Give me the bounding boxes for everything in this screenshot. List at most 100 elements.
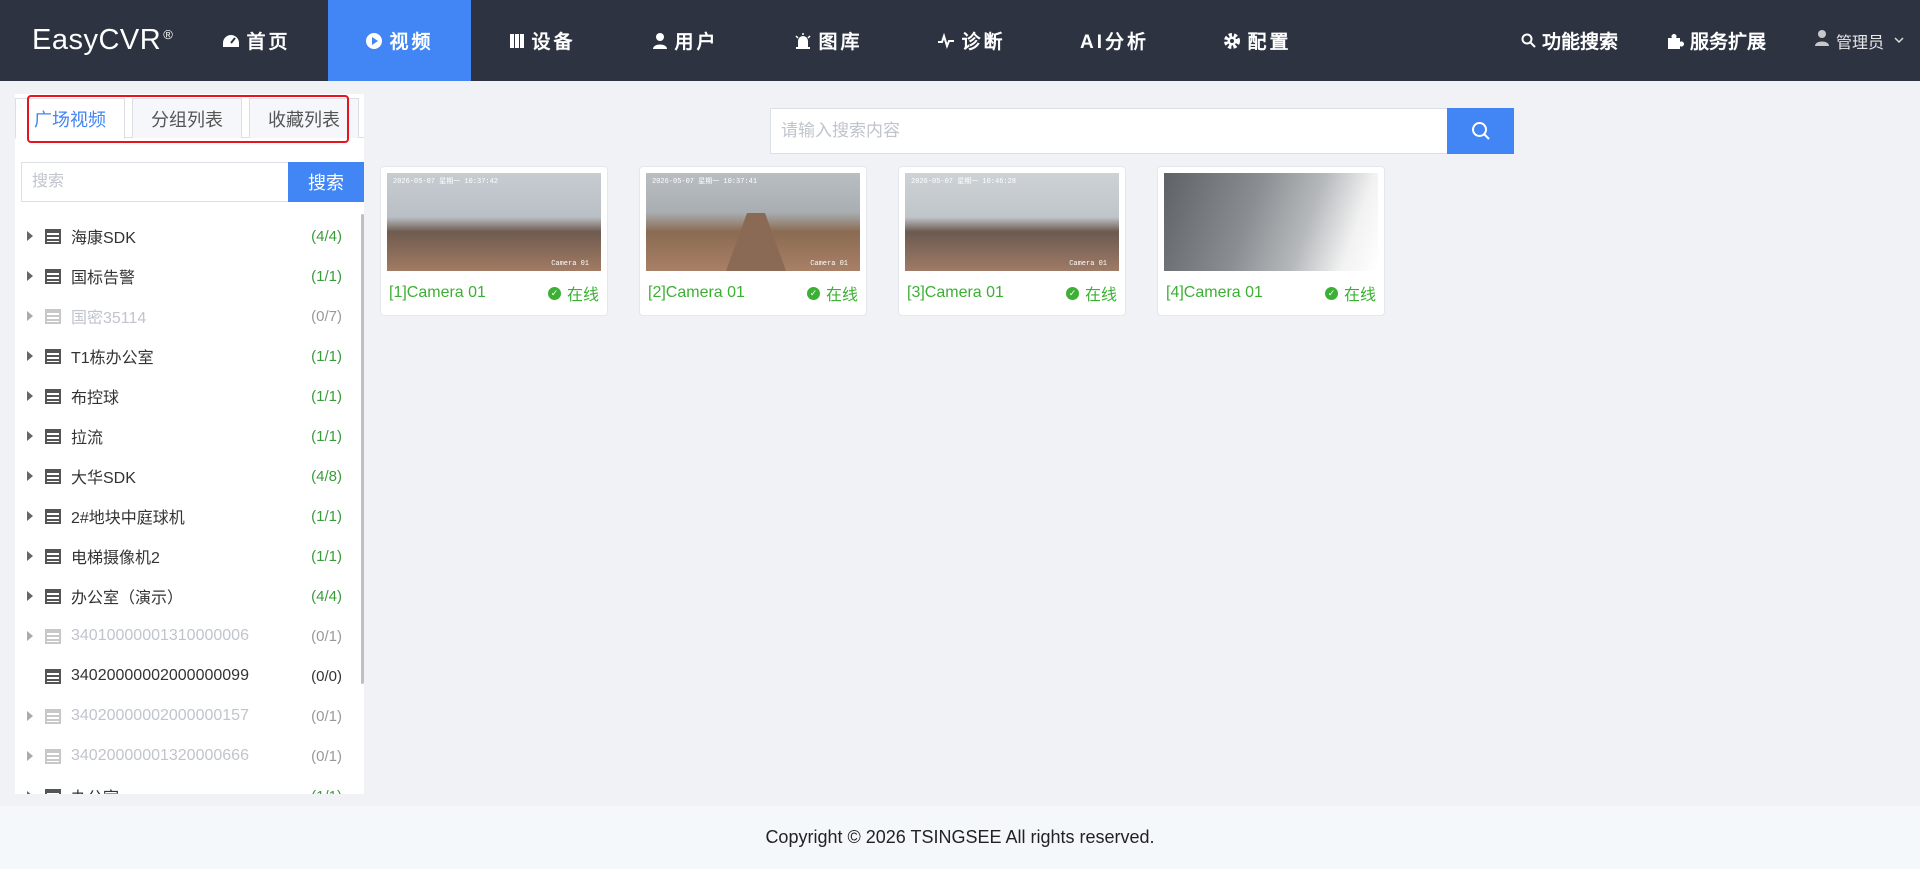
nav-config[interactable]: 配置	[1186, 0, 1329, 81]
caret-right-icon[interactable]	[25, 271, 35, 281]
status-badge: ✓ 在线	[1065, 281, 1117, 305]
feature-search-label: 功能搜索	[1541, 32, 1618, 53]
tree-item-count: (1/1)	[311, 267, 342, 285]
nav-label: 视频	[389, 32, 434, 53]
tab-group-list[interactable]: 分组列表	[132, 98, 242, 138]
caret-right-icon[interactable]	[25, 791, 35, 794]
status-text: 在线	[1343, 287, 1376, 304]
app-logo[interactable]: EasyCVR ®	[0, 0, 185, 81]
main-search-input[interactable]	[770, 108, 1447, 154]
tree-item-count: (1/1)	[311, 788, 342, 795]
snapshot-timestamp: 2026-05-07 星期一 10:37:41	[652, 178, 758, 186]
camera-snapshot[interactable]: 2026-05-07 星期一 10:37:42 Camera 01	[387, 173, 601, 271]
status-text: 在线	[566, 287, 599, 304]
tab-favorites[interactable]: 收藏列表	[249, 98, 359, 138]
tab-square-video[interactable]: 广场视频	[15, 98, 125, 139]
nav-home[interactable]: 首页	[185, 0, 328, 81]
user-menu[interactable]: 管理员	[1814, 29, 1904, 53]
camera-name: [1]Camera 01	[389, 284, 486, 301]
device-server-icon	[45, 268, 61, 284]
tree-item-count: (4/8)	[311, 467, 342, 485]
caret-right-icon[interactable]	[25, 351, 35, 361]
tree-item[interactable]: 大华SDK (4/8)	[15, 456, 358, 496]
tree-item[interactable]: 海康SDK (4/4)	[15, 216, 358, 256]
tree-item[interactable]: 拉流 (1/1)	[15, 416, 358, 456]
search-icon	[1521, 33, 1536, 48]
scrollbar[interactable]	[361, 214, 364, 684]
camera-card-footer: [3]Camera 01 ✓ 在线	[905, 281, 1119, 305]
tree-item-label: 电梯摄像机2	[71, 550, 160, 567]
snapshot-table	[726, 213, 786, 271]
nav-device[interactable]: 设备	[471, 0, 614, 81]
caret-right-icon[interactable]	[25, 511, 35, 521]
snapshot-camera-label: Camera 01	[1069, 260, 1107, 268]
tree-item-count: (1/1)	[311, 427, 342, 445]
tree-item[interactable]: 2#地块中庭球机 (1/1)	[15, 496, 358, 536]
caret-right-icon[interactable]	[25, 591, 35, 601]
nav-label: 图库	[818, 32, 863, 53]
camera-card-footer: [1]Camera 01 ✓ 在线	[387, 281, 601, 305]
tree-item[interactable]: 34020000002000000157 (0/1)	[15, 696, 358, 736]
tree-item-label: 国标告警	[71, 270, 136, 287]
caret-right-icon[interactable]	[25, 671, 35, 681]
nav-video[interactable]: 视频	[328, 0, 471, 81]
device-server-icon	[45, 348, 61, 364]
snapshot-timestamp: 2026-05-07 星期一 10:46:28	[911, 178, 1017, 186]
check-circle-icon: ✓	[1324, 286, 1338, 300]
caret-right-icon[interactable]	[25, 711, 35, 721]
tree-item-label: 34010000001310000006	[71, 627, 249, 644]
copyright: Copyright © 2026 TSINGSEE All rights res…	[765, 827, 1155, 847]
camera-card[interactable]: [4]Camera 01 ✓ 在线	[1157, 166, 1385, 316]
tree-item-count: (0/7)	[311, 307, 342, 325]
nav-user[interactable]: 用户	[614, 0, 757, 81]
camera-card[interactable]: 2026-05-07 星期一 10:46:28 Camera 01 [3]Camer…	[898, 166, 1126, 316]
tree-item[interactable]: 34020000001320000666 (0/1)	[15, 736, 358, 776]
camera-snapshot[interactable]: 2026-05-07 星期一 10:46:28 Camera 01	[905, 173, 1119, 271]
tree-item-count: (0/1)	[311, 747, 342, 765]
tree-item[interactable]: 办公室（演示） (4/4)	[15, 576, 358, 616]
channel-panel: 广场视频 分组列表 收藏列表 搜索 海康SDK (4/4) 国标告警 (1/1) 国密3…	[15, 94, 364, 794]
channel-search-input[interactable]	[21, 162, 288, 202]
camera-grid: 2026-05-07 星期一 10:37:42 Camera 01 [1]Camer…	[380, 166, 1416, 316]
device-server-icon	[45, 228, 61, 244]
nav-gallery[interactable]: 图库	[757, 0, 900, 81]
tree-item[interactable]: 34020000002000000099 (0/0)	[15, 656, 358, 696]
footer: Copyright © 2026 TSINGSEE All rights res…	[0, 806, 1920, 869]
camera-card[interactable]: 2026-05-07 星期一 10:37:41 Camera 01 [2]Camer…	[639, 166, 867, 316]
tree-item-count: (1/1)	[311, 547, 342, 565]
caret-right-icon[interactable]	[25, 431, 35, 441]
tree-item-label: 2#地块中庭球机	[71, 510, 185, 527]
status-badge: ✓ 在线	[806, 281, 858, 305]
pulse-icon	[937, 32, 955, 49]
tree-item[interactable]: 34010000001310000006 (0/1)	[15, 616, 358, 656]
feature-search-button[interactable]: 功能搜索	[1521, 27, 1618, 54]
dashboard-icon	[222, 34, 240, 48]
camera-name: [4]Camera 01	[1166, 284, 1263, 301]
service-extension-button[interactable]: 服务扩展	[1666, 27, 1766, 54]
chevron-down-icon	[1894, 37, 1904, 44]
tree-item[interactable]: 国标告警 (1/1)	[15, 256, 358, 296]
channel-search-button[interactable]: 搜索	[288, 162, 364, 202]
caret-right-icon[interactable]	[25, 231, 35, 241]
camera-snapshot[interactable]: 2026-05-07 星期一 10:37:41 Camera 01	[646, 173, 860, 271]
logo-text: EasyCVR	[32, 24, 162, 56]
main-search-button[interactable]	[1447, 108, 1514, 154]
search-icon	[1471, 121, 1491, 141]
tree-item[interactable]: 办公室 (1/1)	[15, 776, 358, 794]
tree-item[interactable]: 国密35114 (0/7)	[15, 296, 358, 336]
caret-right-icon[interactable]	[25, 751, 35, 761]
caret-right-icon[interactable]	[25, 631, 35, 641]
nav-ai[interactable]: AI分析	[1043, 0, 1186, 81]
nav-diagnose[interactable]: 诊断	[900, 0, 1043, 81]
device-server-icon	[45, 668, 61, 684]
tree-item-label: 布控球	[71, 390, 120, 407]
caret-right-icon[interactable]	[25, 471, 35, 481]
caret-right-icon[interactable]	[25, 391, 35, 401]
tree-item[interactable]: T1栋办公室 (1/1)	[15, 336, 358, 376]
caret-right-icon[interactable]	[25, 551, 35, 561]
tree-item[interactable]: 布控球 (1/1)	[15, 376, 358, 416]
caret-right-icon[interactable]	[25, 311, 35, 321]
camera-snapshot[interactable]	[1164, 173, 1378, 271]
camera-card[interactable]: 2026-05-07 星期一 10:37:42 Camera 01 [1]Camer…	[380, 166, 608, 316]
tree-item[interactable]: 电梯摄像机2 (1/1)	[15, 536, 358, 576]
